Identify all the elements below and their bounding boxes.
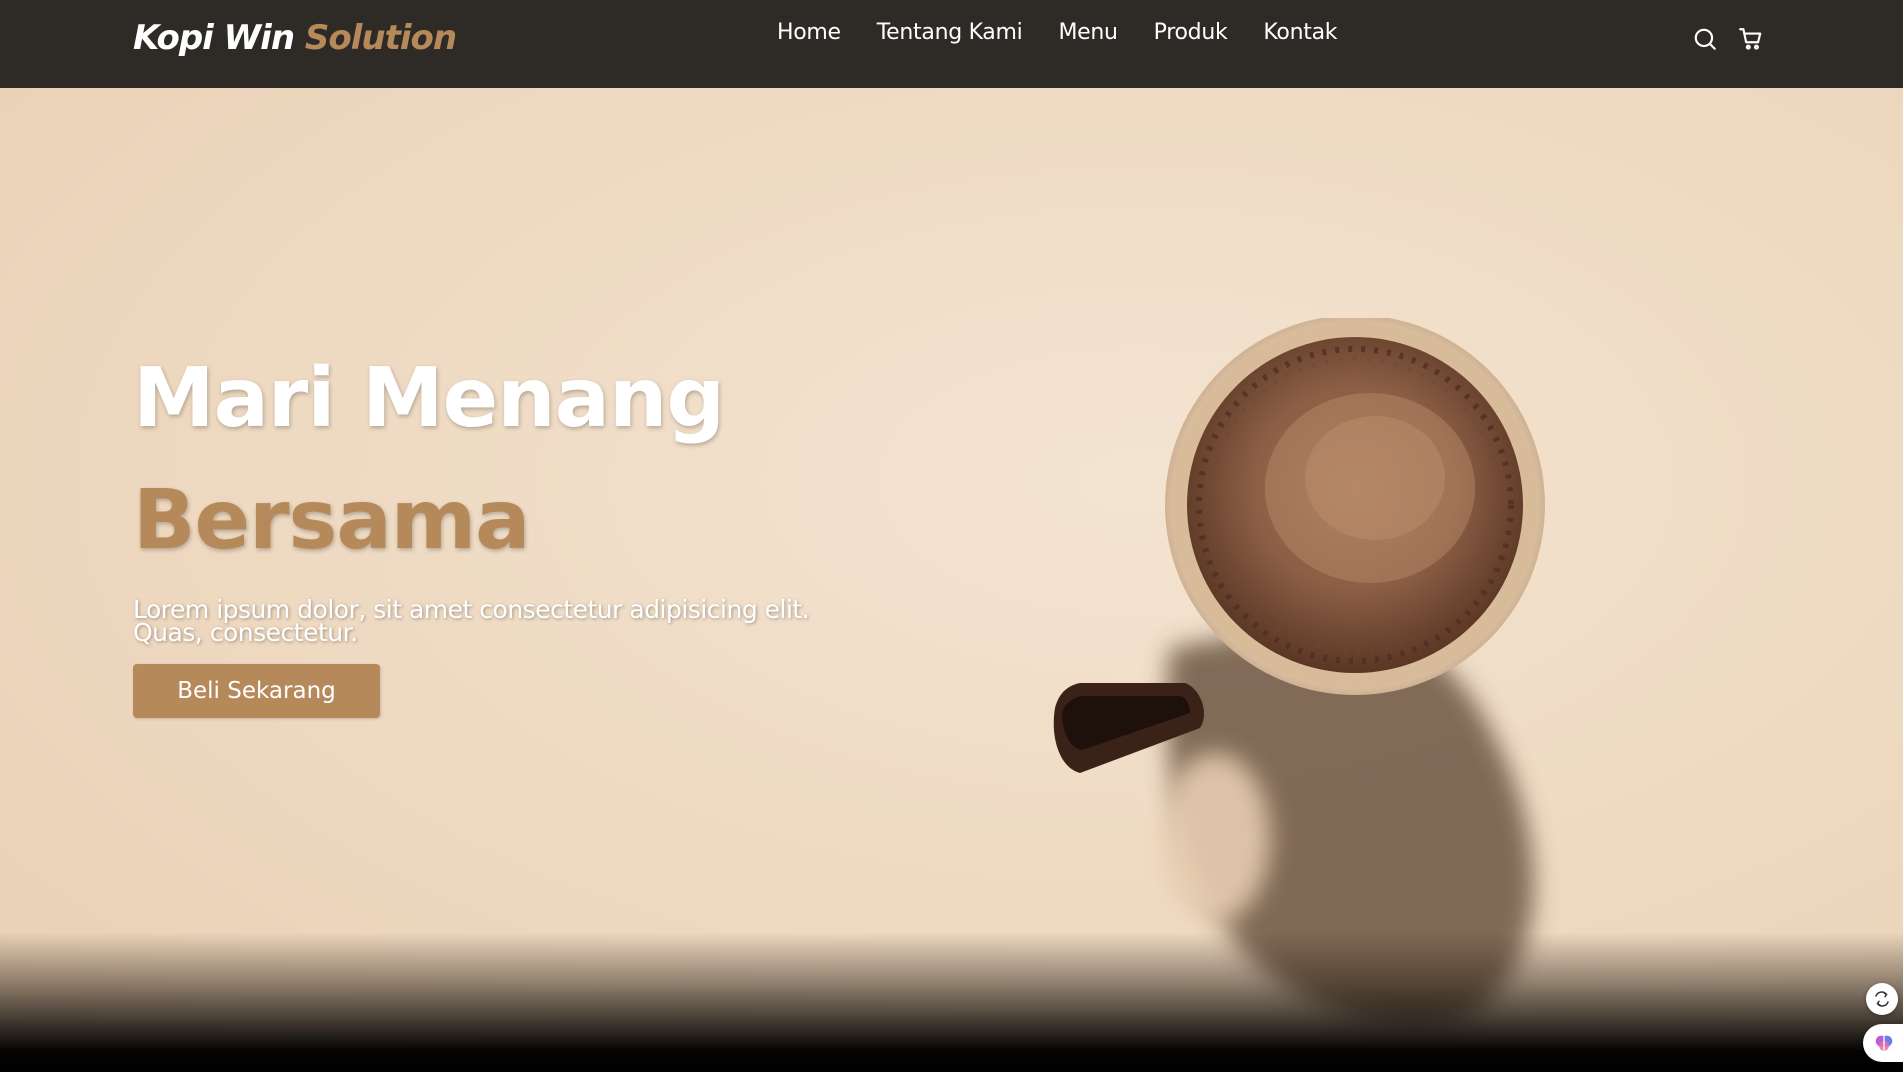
hero-title-line2: Bersama <box>133 473 530 568</box>
brain-icon <box>1875 1035 1893 1051</box>
hero-description: Lorem ipsum dolor, sit amet consectetur … <box>133 595 810 647</box>
page: Kopi Win Solution Home Tentang Kami Menu… <box>0 0 1903 1072</box>
brand-name-primary: Kopi Win <box>133 18 295 58</box>
nav-link-produk[interactable]: Produk <box>1154 20 1228 45</box>
shopping-cart-icon[interactable] <box>1738 26 1764 52</box>
nav-links: Home Tentang Kami Menu Produk Kontak <box>777 20 1373 45</box>
nav-link-home[interactable]: Home <box>777 20 841 45</box>
search-icon[interactable] <box>1692 26 1718 52</box>
nav-link-kontak[interactable]: Kontak <box>1263 20 1337 45</box>
assistant-float-button[interactable] <box>1863 1024 1903 1062</box>
hero-section: Mari Menang Bersama Lorem ipsum dolor, s… <box>0 88 1903 1072</box>
buy-now-button[interactable]: Beli Sekarang <box>133 664 380 718</box>
hero-bottom-gradient <box>0 932 1903 1072</box>
translate-float-button[interactable] <box>1866 983 1898 1015</box>
nav-link-menu[interactable]: Menu <box>1058 20 1118 45</box>
hero-title-line1: Mari Menang <box>133 351 725 446</box>
nav-icons <box>1692 26 1764 52</box>
translate-icon <box>1875 991 1889 1007</box>
brand-name-accent: Solution <box>304 18 457 58</box>
navbar: Kopi Win Solution Home Tentang Kami Menu… <box>0 0 1903 88</box>
brand-logo[interactable]: Kopi Win Solution <box>133 18 457 58</box>
nav-link-tentang-kami[interactable]: Tentang Kami <box>877 20 1023 45</box>
